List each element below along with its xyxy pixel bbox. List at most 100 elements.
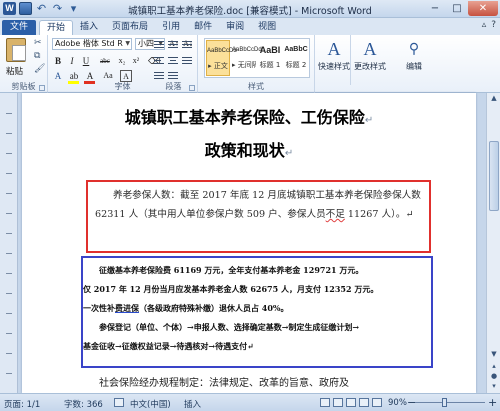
maximize-button[interactable]: □: [446, 1, 468, 16]
font-name-combo[interactable]: Adobe 楷体 Std R ▼: [52, 38, 132, 50]
align-center-icon[interactable]: [167, 55, 179, 66]
tab-view[interactable]: 视图: [251, 20, 283, 35]
tab-insert[interactable]: 插入: [73, 20, 105, 35]
tab-review[interactable]: 审阅: [219, 20, 251, 35]
minimize-button[interactable]: −: [424, 1, 446, 16]
print-layout-icon[interactable]: [320, 398, 330, 407]
proofing-icon[interactable]: [114, 398, 124, 407]
paragraph-procedures[interactable]: 社会保险经办规程制定：法律规定、改革的旨意、政府及: [99, 374, 439, 389]
document-page[interactable]: 城镇职工基本养老保险、工伤保险↵ 政策和现状↵ 养老参保人数：截至 2017 年…: [22, 93, 476, 393]
paragraph-group: 段落: [150, 35, 198, 93]
style-sample: AaBI: [259, 45, 281, 55]
style-sample: AaBbCcDd: [207, 48, 237, 54]
style-sample: AaBbC: [284, 46, 308, 53]
pilcrow: ↵: [284, 148, 294, 159]
zoom-slider-track[interactable]: [415, 402, 485, 403]
quick-styles-label: 快速样式: [318, 62, 350, 71]
bullets-icon[interactable]: [153, 39, 165, 50]
p2-line-2: 仅 2017 年 12 月份当月应发基本养老金人数 62675 人，月支付 12…: [83, 284, 379, 294]
ribbon-right-controls: ▵ ?: [482, 20, 496, 30]
numbering-icon[interactable]: [167, 39, 179, 50]
superscript-icon[interactable]: x²: [130, 55, 142, 67]
zoom-slider-thumb[interactable]: [442, 398, 447, 407]
tab-mailings[interactable]: 邮件: [187, 20, 219, 35]
clipboard-group: 粘贴 ✂ ⧉ 🖌 剪贴板: [0, 35, 48, 93]
quick-styles-button[interactable]: A 快速样式: [316, 39, 352, 72]
paste-label[interactable]: 粘贴: [6, 65, 23, 77]
page-count[interactable]: 页面: 1/1: [4, 398, 40, 410]
style-normal[interactable]: AaBbCcDd ▸ 正文: [206, 40, 237, 76]
doc-title-line-1-text: 城镇职工基本养老保险、工伤保险: [124, 108, 365, 127]
binoculars-icon: ⚲: [408, 41, 420, 57]
indent-icon[interactable]: [181, 39, 193, 50]
insert-mode[interactable]: 插入: [184, 398, 201, 410]
p1-tail: 11267 人）。↵: [344, 209, 414, 220]
shading-icon[interactable]: [153, 70, 165, 81]
editing-button[interactable]: ⚲ 编辑: [396, 39, 432, 72]
style-heading-1[interactable]: AaBI 标题 1: [258, 40, 282, 76]
quick-styles-icon: A: [327, 39, 341, 59]
vertical-scrollbar[interactable]: ▲ ▼ ▴ ● ▾: [486, 93, 500, 393]
ribbon: 粘贴 ✂ ⧉ 🖌 剪贴板 Adobe 楷体 Std R ▼ 小四 ▼ A↑ A↓…: [0, 35, 500, 93]
cut-icon[interactable]: ✂: [34, 38, 42, 48]
word-count[interactable]: 字数: 366: [64, 398, 103, 410]
align-left-icon[interactable]: [153, 55, 165, 66]
close-button[interactable]: ✕: [468, 1, 498, 16]
tab-page-layout[interactable]: 页面布局: [105, 20, 155, 35]
language-indicator[interactable]: 中文(中国): [130, 398, 171, 410]
paste-icon[interactable]: [6, 38, 26, 62]
scroll-up-icon[interactable]: ▲: [488, 93, 500, 104]
separator: [350, 35, 351, 85]
window-controls: − □ ✕: [424, 1, 498, 16]
p1-underlined: 不足: [325, 209, 345, 220]
styles-gallery: AaBbCcDd ▸ 正文 AaBbCcDd ▸ 无间隔 AaBI 标题 1 A…: [204, 38, 310, 78]
paragraph-pension-fund[interactable]: 征缴基本养老保险费 61169 万元，全年支付基本养老金 129721 万元。 …: [83, 261, 433, 356]
doc-title-line-2-text: 政策和现状: [204, 141, 285, 160]
change-styles-icon: A: [363, 39, 377, 59]
italic-button[interactable]: I: [66, 55, 78, 67]
scroll-down-icon[interactable]: ▼: [488, 349, 500, 360]
style-no-spacing[interactable]: AaBbCcDd ▸ 无间隔: [232, 40, 262, 76]
paragraph-launcher-icon[interactable]: [189, 85, 195, 91]
status-bar: 页面: 1/1 字数: 366 中文(中国) 插入 90% − +: [0, 393, 500, 411]
clipboard-launcher-icon[interactable]: [39, 85, 45, 91]
doc-title-line-1: 城镇职工基本养老保险、工伤保险↵: [22, 104, 476, 128]
style-name: ▸ 无间隔: [232, 61, 256, 69]
tab-file[interactable]: 文件: [2, 20, 37, 35]
help-icon[interactable]: ?: [491, 20, 496, 30]
vertical-ruler: [0, 93, 18, 393]
tab-references[interactable]: 引用: [155, 20, 187, 35]
zoom-in-button[interactable]: +: [488, 396, 497, 409]
line-spacing-icon[interactable]: [181, 55, 193, 66]
p2-line-3b: 费进保: [115, 303, 139, 313]
p2-line-5: 基金征收→征缴权益记录→待遇核对→待遇支付↵: [83, 341, 254, 351]
zoom-level[interactable]: 90%: [388, 398, 407, 408]
strikethrough-button[interactable]: abc: [96, 55, 114, 67]
p2-line-3: 一次性补费进保（各级政府特殊补缴）退休人员占 40%。: [83, 299, 433, 318]
underline-button[interactable]: U: [80, 55, 92, 67]
tab-home[interactable]: 开始: [39, 20, 74, 35]
web-layout-icon[interactable]: [346, 398, 356, 407]
title-bar: W ↶ ↷ ▾ 城镇职工基本养老保险.doc [兼容模式] - Microsof…: [0, 0, 500, 18]
style-name: ▸ 正文: [208, 62, 228, 70]
change-styles-button[interactable]: A 更改样式: [352, 39, 388, 72]
paragraph-pension-enrollment[interactable]: 养老参保人数：截至 2017 年底 12 月底城镇职工基本养老保险参保人数 62…: [95, 186, 427, 224]
borders-icon[interactable]: [167, 70, 179, 81]
format-painter-icon[interactable]: 🖌: [34, 64, 45, 74]
copy-icon[interactable]: ⧉: [34, 51, 40, 61]
subscript-icon[interactable]: x₂: [116, 55, 128, 67]
bold-button[interactable]: B: [52, 55, 64, 67]
minimize-ribbon-icon[interactable]: ▵: [482, 20, 487, 30]
draft-icon[interactable]: [372, 398, 382, 407]
full-screen-reading-icon[interactable]: [333, 398, 343, 407]
style-name: 标题 2: [285, 61, 307, 69]
scroll-thumb[interactable]: [489, 141, 499, 211]
chevron-down-icon: ▼: [125, 40, 130, 47]
style-heading-2[interactable]: AaBbC 标题 2: [284, 40, 308, 76]
p2-line-3a: 一次性补: [83, 303, 115, 313]
next-page-icon[interactable]: ▾: [488, 381, 500, 392]
style-sample: AaBbCcDd: [232, 47, 262, 53]
style-name: 标题 1: [259, 61, 281, 69]
styles-group-label: 样式: [248, 82, 264, 91]
outline-icon[interactable]: [359, 398, 369, 407]
